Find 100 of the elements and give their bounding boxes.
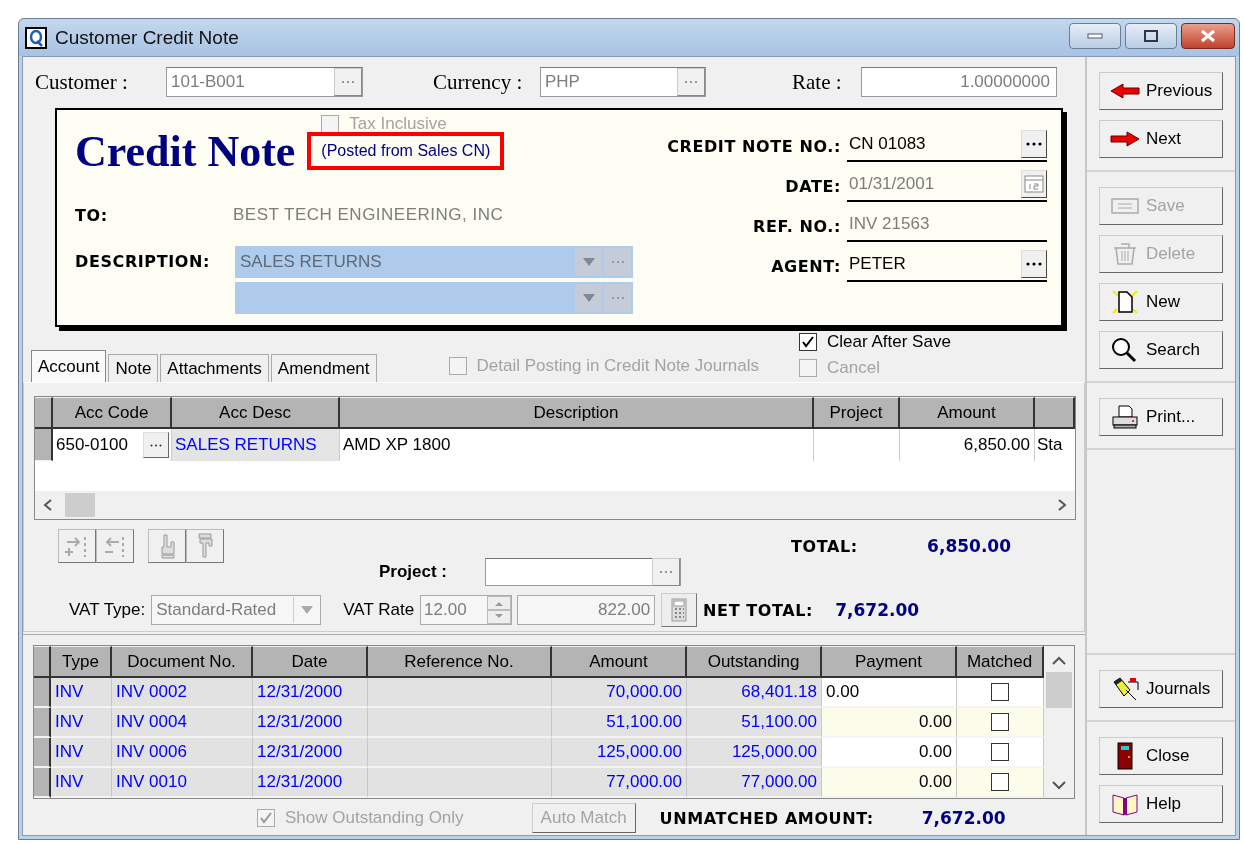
payment-cell[interactable]: 0.00 (822, 738, 957, 768)
checkbox[interactable] (991, 713, 1009, 731)
add-row-button[interactable] (58, 529, 96, 563)
underlined-field[interactable]: PETER (847, 248, 1047, 282)
vat-rate-label: VAT Rate (343, 600, 415, 620)
scroll-up-icon[interactable] (1052, 656, 1066, 666)
column-header[interactable]: Type (51, 646, 112, 678)
vat-type-label: VAT Type: (69, 600, 146, 620)
column-header[interactable]: Document No. (112, 646, 253, 678)
close-button[interactable]: Close (1099, 737, 1223, 775)
right-arrow-icon (1110, 131, 1140, 147)
checkmark-icon (259, 811, 273, 825)
scrollbar-thumb[interactable] (1046, 672, 1072, 708)
column-header[interactable]: Reference No. (368, 646, 552, 678)
calculator-button[interactable] (661, 593, 698, 627)
net-total-amount: 7,672.00 (834, 600, 920, 620)
vertical-scrollbar[interactable] (1044, 646, 1074, 798)
vat-type-dropdown[interactable]: Standard-Rated (151, 595, 322, 625)
column-header[interactable]: Matched (957, 646, 1044, 678)
checkbox-label: Tax Inclusive (349, 114, 447, 134)
document-title: Credit Note (75, 126, 296, 178)
app-icon (25, 26, 47, 49)
hand-up-button[interactable] (148, 529, 186, 563)
checkbox[interactable] (991, 743, 1009, 761)
new-button[interactable]: New (1099, 283, 1223, 321)
unmatched-amount-label: UNMATCHED AMOUNT: (659, 808, 875, 828)
rate-label: Rate : (792, 69, 843, 95)
minimize-button[interactable] (1069, 23, 1121, 49)
checkbox-label: Detail Posting in Credit Note Journals (476, 356, 760, 376)
ellipsis-button[interactable] (1021, 250, 1047, 278)
help-button[interactable]: Help (1099, 785, 1223, 823)
table-cell: 6,850.00 (900, 429, 1035, 461)
journals-button[interactable]: Journals (1099, 670, 1223, 708)
horizontal-scrollbar[interactable] (35, 491, 1075, 519)
row-header (35, 429, 53, 461)
field-label: CREDIT NOTE NO.: (667, 137, 841, 158)
project-field[interactable] (485, 558, 681, 586)
customer-field[interactable]: 101-B001 (166, 67, 363, 97)
description-field[interactable] (235, 282, 633, 314)
checkbox[interactable] (991, 683, 1009, 701)
ellipsis-icon (610, 296, 625, 300)
customer-name: BEST TECH ENGINEERING, INC (233, 205, 504, 225)
column-header[interactable]: Acc Code (53, 397, 172, 429)
payment-cell[interactable]: 0.00 (822, 708, 957, 738)
dropdown-icon[interactable] (301, 606, 314, 614)
column-header[interactable] (1035, 397, 1075, 429)
dropdown-icon (582, 258, 595, 266)
ellipsis-button[interactable] (1021, 130, 1047, 158)
column-header[interactable]: Date (253, 646, 368, 678)
ellipsis-icon (1026, 262, 1042, 266)
table-cell: AMD XP 1800 (340, 429, 814, 461)
column-header[interactable]: Amount (900, 397, 1035, 429)
ellipsis-button[interactable] (143, 432, 169, 458)
remove-row-icon (103, 534, 127, 558)
spinner-arrows-icon[interactable] (487, 596, 512, 624)
scroll-down-icon[interactable] (1052, 780, 1066, 790)
ellipsis-icon (684, 80, 698, 84)
payment-cell[interactable]: 0.00 (822, 768, 957, 798)
row-header (34, 738, 51, 768)
calendar-icon (1024, 175, 1044, 193)
maximize-button[interactable] (1125, 23, 1177, 49)
checkbox[interactable] (991, 773, 1009, 791)
scroll-left-icon[interactable] (43, 499, 53, 511)
payment-cell[interactable]: 0.00 (822, 678, 957, 708)
rate-field[interactable]: 1.00000000 (861, 67, 1057, 97)
column-header[interactable]: Payment (822, 646, 957, 678)
scroll-right-icon[interactable] (1057, 499, 1067, 511)
maximize-icon (1143, 29, 1159, 43)
to-label: TO: (75, 205, 109, 225)
scrollbar-thumb[interactable] (65, 493, 95, 517)
printer-icon (1110, 404, 1140, 430)
tab[interactable]: Attachments (160, 354, 269, 382)
row-header (34, 768, 51, 798)
dropdown-button[interactable] (575, 284, 602, 312)
remove-row-button[interactable] (96, 529, 134, 563)
underlined-field[interactable]: CN 01083 (847, 128, 1047, 162)
tab[interactable]: Amendment (270, 354, 377, 382)
description-label: DESCRIPTION: (75, 252, 211, 273)
customer-label: Customer : (35, 69, 129, 95)
tab[interactable]: Account (31, 350, 107, 382)
close-button[interactable] (1181, 23, 1235, 49)
next-button[interactable]: Next (1099, 120, 1223, 158)
column-header[interactable]: Outstanding (687, 646, 822, 678)
vat-rate-spinner[interactable]: 12.00 (420, 595, 513, 625)
search-button[interactable]: Search (1099, 331, 1223, 369)
column-header[interactable]: Acc Desc (172, 397, 340, 429)
checkbox[interactable] (799, 333, 818, 351)
column-header[interactable]: Amount (552, 646, 687, 678)
ellipsis-icon (1026, 142, 1042, 146)
dropdown-button[interactable] (575, 248, 602, 276)
column-header[interactable]: Description (340, 397, 814, 429)
table-cell-text: Sta (1036, 434, 1064, 456)
field-label: AGENT: (771, 257, 841, 278)
checkmark-icon (801, 335, 816, 349)
posted-note: (Posted from Sales CN) (307, 132, 505, 170)
print-button[interactable]: Print... (1099, 398, 1223, 436)
previous-button[interactable]: Previous (1099, 72, 1223, 110)
currency-field[interactable]: PHP (540, 67, 706, 97)
tab[interactable]: Note (108, 354, 159, 382)
column-header[interactable]: Project (814, 397, 900, 429)
